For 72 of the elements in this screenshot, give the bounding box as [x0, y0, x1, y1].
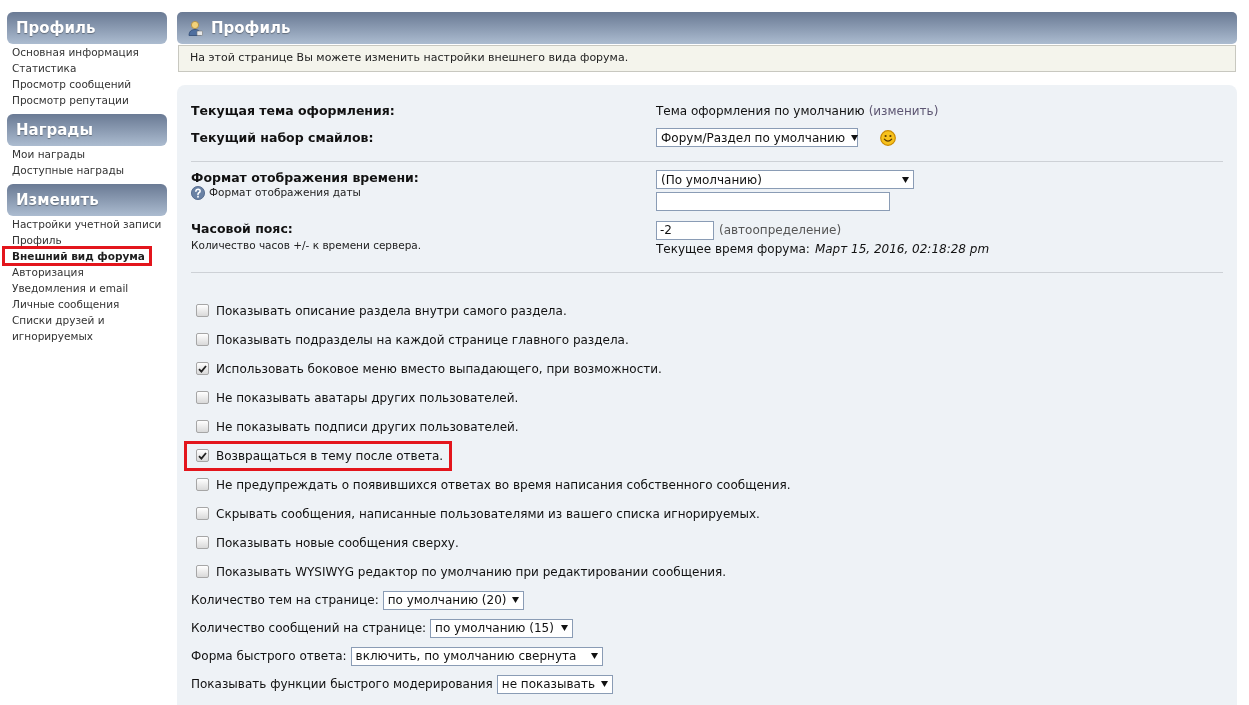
text-input[interactable]: [656, 192, 890, 211]
sidebar-link[interactable]: Списки друзей и игнорируемых: [12, 312, 167, 344]
timezone-input[interactable]: -2: [656, 220, 714, 240]
dropdown[interactable]: по умолчанию (15): [430, 618, 574, 638]
caret-icon: [561, 625, 569, 631]
field-description: Количество часов +/- к времени сервера.: [191, 238, 423, 252]
page-title: Профиль: [211, 17, 291, 39]
checkbox[interactable]: [196, 536, 209, 549]
caret-icon: [590, 653, 598, 659]
checkbox[interactable]: [196, 420, 209, 433]
caret-icon: [512, 597, 520, 603]
field-label: Количество сообщений на странице:: [191, 620, 427, 637]
sidebar-link[interactable]: Мои награды: [12, 146, 86, 162]
caret-icon: [902, 176, 909, 183]
checkbox-label: Использовать боковое меню вместо выпадающего, при возможности.: [216, 360, 662, 378]
user-icon: [187, 20, 203, 36]
notice-text: На этой странице Вы можете изменить настройки внешнего вида форума.: [178, 45, 1236, 72]
autodetect-text: (автоопределение): [719, 222, 842, 239]
current-time-label: Текущее время форума:: [656, 241, 810, 258]
field-label: Количество тем на странице:: [191, 592, 379, 609]
checkbox-label: Показывать описание раздела внутри самого раздела.: [216, 302, 567, 320]
field-label: Часовой пояс:: [191, 221, 294, 237]
field-label: Текущая тема оформления:: [191, 103, 396, 119]
help-icon: [191, 186, 205, 200]
sidebar-link[interactable]: Настройки учетной записи: [12, 216, 162, 232]
help-text: Формат отображения даты: [209, 185, 361, 201]
checkbox-label: Не показывать аватары других пользователей.: [216, 389, 519, 407]
checkbox-label: Возвращаться в тему после ответа.: [216, 447, 444, 465]
field-label: Показывать функции быстрого модерирования: [191, 676, 493, 693]
checkbox[interactable]: [196, 478, 209, 491]
smiley-icon: [880, 129, 896, 146]
checkbox-label: Показывать подразделы на каждой странице главного раздела.: [216, 331, 629, 349]
checkmark-icon: [198, 364, 207, 373]
checkbox[interactable]: [196, 304, 209, 317]
dropdown[interactable]: не показывать: [496, 674, 613, 694]
checkbox[interactable]: [196, 333, 209, 346]
dropdown[interactable]: по умолчанию (20): [382, 590, 525, 610]
sidebar-link[interactable]: Внешний вид форума: [12, 248, 145, 264]
checkbox-label: Не показывать подписи других пользователей.: [216, 418, 519, 436]
sidebar-link[interactable]: Основная информация: [12, 44, 139, 60]
sidebar-header: Награды: [7, 114, 167, 146]
sidebar-header: Изменить: [7, 184, 167, 216]
sidebar-link[interactable]: Просмотр репутации: [12, 92, 129, 108]
field-label: Формат отображения времени:: [191, 170, 420, 186]
sidebar-header: Профиль: [7, 12, 167, 44]
change-link[interactable]: (изменить): [868, 102, 939, 120]
checkbox-label: Показывать WYSIWYG редактор по умолчанию при редактировании сообщения.: [216, 563, 727, 581]
sidebar-link[interactable]: Доступные награды: [12, 162, 124, 178]
sidebar-link[interactable]: Личные сообщения: [12, 296, 120, 312]
checkbox[interactable]: [196, 362, 209, 375]
checkbox-label: Не предупреждать о появившихся ответах во время написания собственного сообщения.: [216, 476, 791, 494]
caret-icon: [600, 681, 608, 687]
caret-icon: [851, 134, 858, 141]
current-time: Март 15, 2016, 02:18:28 pm: [814, 241, 990, 258]
checkmark-icon: [198, 451, 207, 460]
dropdown[interactable]: (По умолчанию): [656, 170, 914, 189]
checkbox[interactable]: [196, 449, 209, 462]
checkbox-label: Показывать новые сообщения сверху.: [216, 534, 459, 552]
dropdown[interactable]: включить, по умолчанию свернута: [350, 646, 603, 666]
checkbox-label: Скрывать сообщения, написанные пользователями из вашего списка игнорируемых.: [216, 505, 760, 523]
sidebar-link[interactable]: Профиль: [12, 232, 62, 248]
sidebar-link[interactable]: Просмотр сообщений: [12, 76, 132, 92]
checkbox[interactable]: [196, 391, 209, 404]
sidebar-link[interactable]: Уведомления и email: [12, 280, 129, 296]
theme-name: Тема оформления по умолчанию: [656, 103, 865, 120]
checkbox[interactable]: [196, 507, 209, 520]
sidebar-link[interactable]: Авторизация: [12, 264, 84, 280]
dropdown[interactable]: Форум/Раздел по умолчанию: [656, 128, 858, 147]
checkbox[interactable]: [196, 565, 209, 578]
sidebar-link[interactable]: Статистика: [12, 60, 77, 76]
field-label: Форма быстрого ответа:: [191, 648, 347, 665]
field-label: Текущий набор смайлов:: [191, 129, 375, 146]
